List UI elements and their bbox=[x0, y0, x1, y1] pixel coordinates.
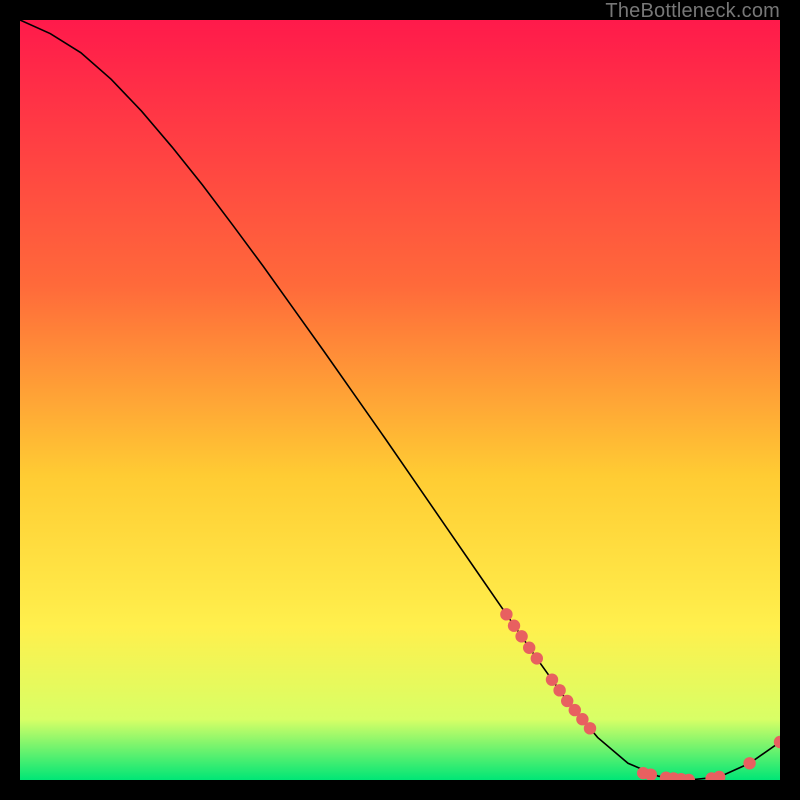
data-marker bbox=[584, 722, 596, 734]
data-marker bbox=[523, 642, 535, 654]
gradient-background bbox=[20, 20, 780, 780]
data-marker bbox=[500, 608, 512, 620]
data-marker bbox=[553, 684, 565, 696]
data-marker bbox=[531, 652, 543, 664]
data-marker bbox=[508, 620, 520, 632]
data-marker bbox=[743, 757, 755, 769]
bottleneck-chart bbox=[20, 20, 780, 780]
data-marker bbox=[515, 630, 527, 642]
data-marker bbox=[546, 673, 558, 685]
chart-stage: TheBottleneck.com bbox=[0, 0, 800, 800]
